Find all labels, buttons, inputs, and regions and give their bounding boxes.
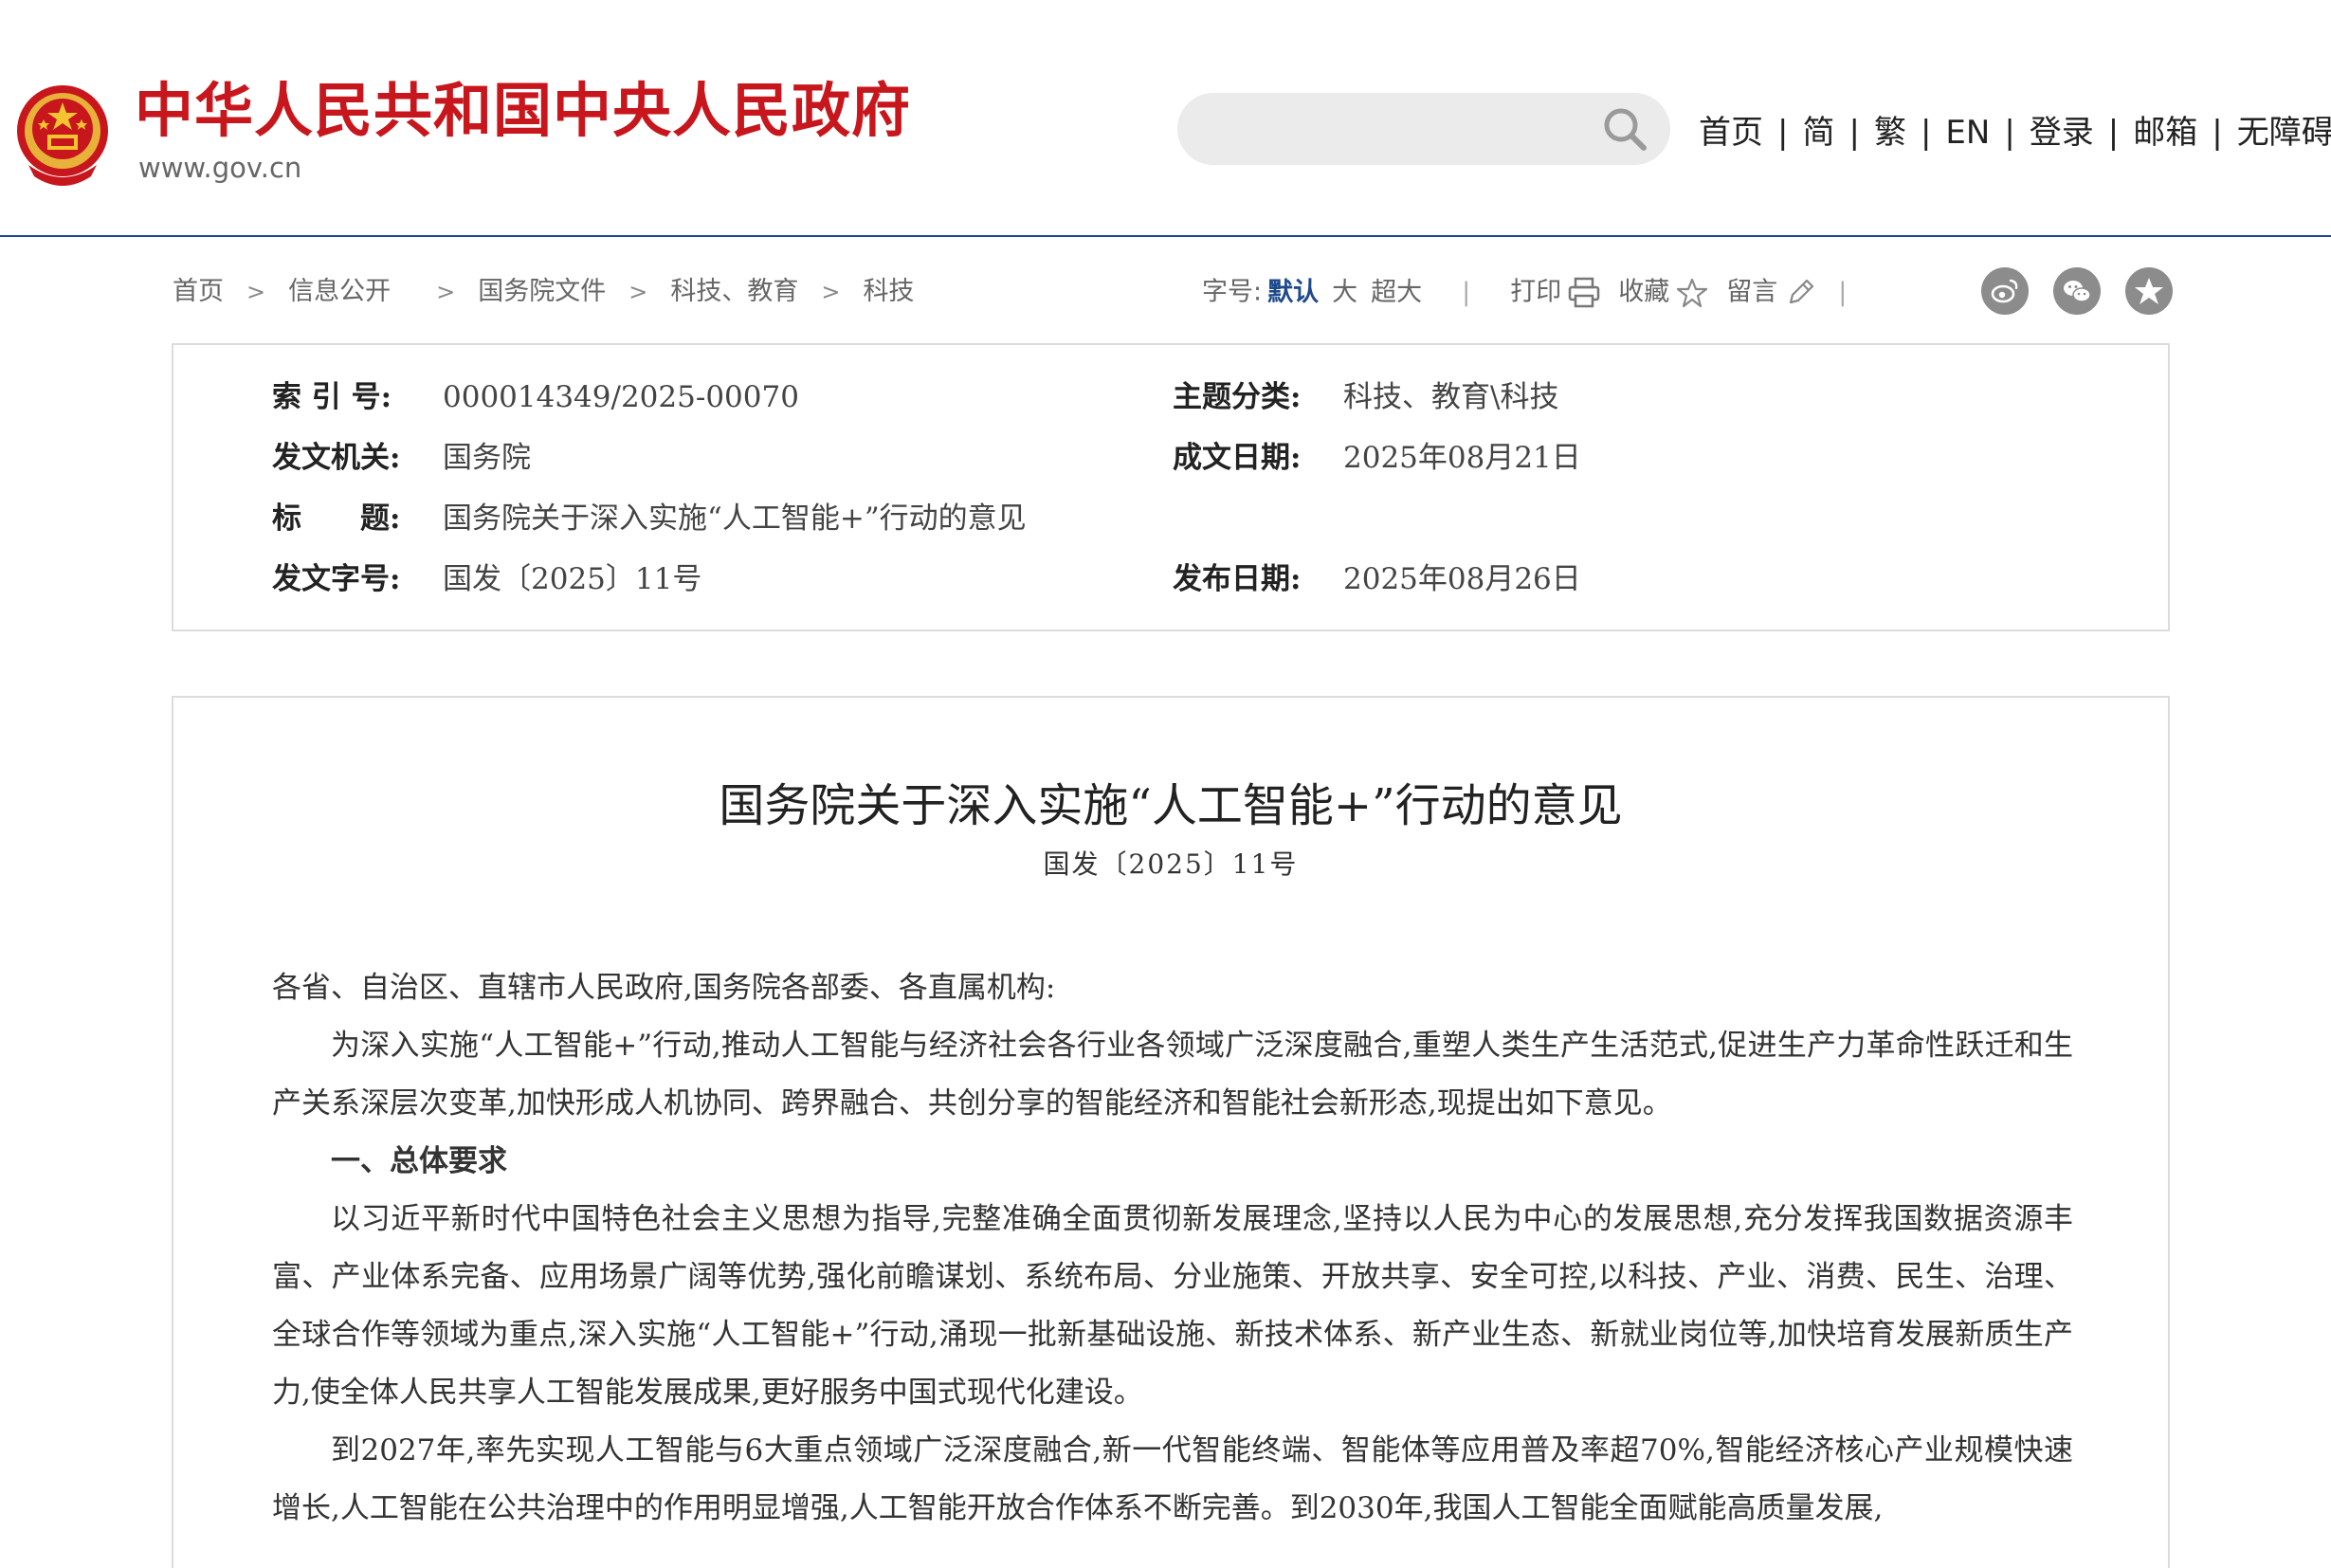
search-icon[interactable] [1600, 104, 1649, 154]
top-nav: 首页 | 简 | 繁 | EN | 登录 | 邮箱 | 无障碍 [1699, 104, 2331, 161]
meta-label: 成文日期: [1173, 441, 1302, 475]
article-title: 国务院关于深入实施“人工智能+”行动的意见 [719, 779, 1623, 832]
printer-icon[interactable] [1567, 276, 1601, 310]
nav-mailbox[interactable]: 邮箱 [2133, 114, 2197, 152]
nav-divider: | [1848, 114, 1860, 152]
wechat-icon[interactable] [2053, 267, 2101, 315]
nav-login[interactable]: 登录 [2030, 114, 2094, 152]
paragraph: 到2027年,率先实现人工智能与6大重点领域广泛深度融合,新一代智能终端、智能体… [272, 1433, 2073, 1525]
nav-divider: | [1920, 114, 1932, 152]
meta-label: 主题分类: [1173, 380, 1302, 414]
section-heading: 一、总体要求 [331, 1144, 507, 1178]
salutation: 各省、自治区、直辖市人民政府,国务院各部委、各直属机构: [272, 971, 1056, 1005]
site-header: 中华人民共和国中央人民政府 www.gov.cn 首页 | 简 | 繁 | EN | 登录 | 邮箱… [0, 0, 2331, 237]
search-box [1177, 93, 1670, 165]
font-size-xlarge[interactable]: 超大 [1371, 278, 1422, 307]
site-url: www.gov.cn [138, 152, 302, 184]
paragraph: 为深入实施“人工智能+”行动,推动人工智能与经济社会各行业各领域广泛深度融合,重… [272, 1029, 2073, 1121]
meta-value: 国务院关于深入实施“人工智能+”行动的意见 [443, 501, 1027, 536]
site-name[interactable]: 中华人民共和国中央人民政府 [135, 76, 911, 146]
document-metadata: 索 引 号: 000014349/2025-00070 主题分类: 科技、教育\… [172, 343, 2170, 631]
nav-divider: | [1777, 114, 1789, 152]
nav-simplified[interactable]: 简 [1802, 114, 1834, 152]
font-size-large[interactable]: 大 [1332, 278, 1357, 307]
nav-divider: | [2107, 114, 2120, 152]
search-input[interactable] [1204, 106, 1587, 154]
chevron-right-icon: > [246, 279, 266, 305]
meta-value: 2025年08月21日 [1343, 441, 1581, 475]
tools-divider: | [1838, 277, 1848, 307]
star-icon[interactable] [1675, 276, 1709, 310]
qzone-icon[interactable] [2125, 267, 2173, 315]
meta-value: 国发〔2025〕11号 [443, 562, 702, 596]
article-body: 国务院关于深入实施“人工智能+”行动的意见 国发〔2025〕11号 各省、自治区… [172, 696, 2170, 1568]
chevron-right-icon: > [436, 279, 456, 305]
meta-label: 发文机关: [272, 441, 401, 475]
font-size-label: 字号: [1202, 277, 1263, 307]
meta-value: 2025年08月26日 [1343, 562, 1581, 596]
meta-label: 发布日期: [1173, 562, 1302, 596]
weibo-icon[interactable] [1981, 267, 2029, 315]
article-tools: 字号: 默认大超大 | 打印 收藏 留言 | [1202, 267, 1886, 317]
nav-divider: | [2212, 114, 2223, 152]
breadcrumb-tech[interactable]: 科技 [863, 277, 914, 306]
national-emblem-icon[interactable] [15, 83, 110, 186]
chevron-right-icon: > [628, 279, 648, 305]
tools-divider: | [1462, 277, 1471, 307]
breadcrumb-sci-edu[interactable]: 科技、教育 [670, 277, 798, 306]
article-doc-number: 国发〔2025〕11号 [1043, 848, 1299, 880]
nav-home[interactable]: 首页 [1699, 114, 1763, 152]
breadcrumb-home[interactable]: 首页 [173, 277, 224, 306]
pencil-icon[interactable] [1783, 276, 1817, 310]
chevron-right-icon: > [821, 279, 841, 305]
meta-value: 国务院 [443, 441, 531, 475]
meta-value: 科技、教育\科技 [1343, 380, 1559, 414]
font-size-default[interactable]: 默认 [1267, 278, 1319, 307]
breadcrumb: 首页 > 信息公开 > 国务院文件 > 科技、教育 > 科技 [173, 267, 914, 317]
paragraph: 以习近平新时代中国特色社会主义思想为指导,完整准确全面贯彻新发展理念,坚持以人民… [272, 1202, 2073, 1410]
meta-value: 000014349/2025-00070 [443, 380, 799, 414]
nav-divider: | [2004, 114, 2015, 152]
article-text: 各省、自治区、直辖市人民政府,国务院各部委、各直属机构: 为深入实施“人工智能+… [272, 959, 2073, 1538]
meta-label: 索 引 号: [272, 380, 392, 414]
breadcrumb-info-public[interactable]: 信息公开 [288, 277, 391, 306]
print-button[interactable]: 打印 [1510, 278, 1561, 307]
comment-button[interactable]: 留言 [1726, 278, 1777, 307]
meta-label: 标 题: [272, 501, 401, 536]
breadcrumb-state-council-docs[interactable]: 国务院文件 [478, 277, 606, 306]
nav-accessibility[interactable]: 无障碍 [2237, 114, 2331, 152]
nav-english[interactable]: EN [1945, 114, 1990, 152]
nav-traditional[interactable]: 繁 [1874, 114, 1906, 152]
favorite-button[interactable]: 收藏 [1618, 278, 1669, 307]
meta-label: 发文字号: [272, 562, 401, 596]
